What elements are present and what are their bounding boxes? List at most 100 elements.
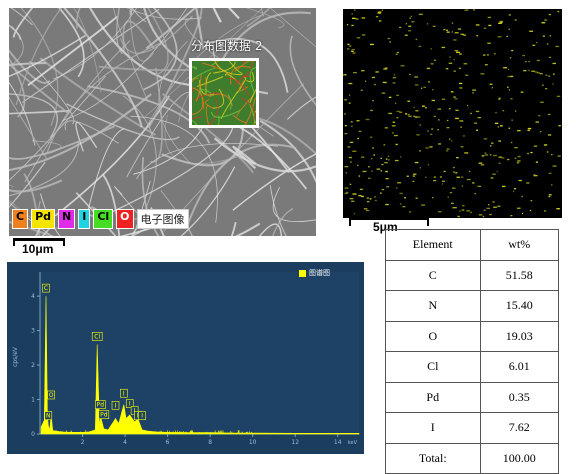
map-dot: [448, 108, 451, 110]
map-dot: [462, 33, 464, 35]
map-dot: [383, 144, 386, 146]
map-dot: [389, 41, 391, 43]
map-dot: [347, 146, 351, 148]
map-dot: [395, 159, 399, 162]
map-dot: [350, 161, 352, 163]
map-dot: [427, 130, 429, 132]
map-dot: [373, 154, 375, 156]
table-cell: 7.62: [479, 412, 560, 444]
map-dot: [432, 25, 436, 27]
x-tick-label: 14: [334, 439, 342, 446]
map-dot: [520, 91, 524, 93]
map-dot: [404, 197, 406, 199]
map-dot: [457, 28, 462, 30]
map-dot: [508, 28, 510, 30]
map-dot: [535, 161, 538, 163]
inset-fiber: [192, 86, 194, 94]
sem-image-panel: 分布图数据 2 C Pd N I Cl O 电子图像: [9, 8, 316, 236]
map-dot: [387, 37, 391, 40]
map-dot: [548, 195, 551, 198]
spectrum-legend: 图谱图: [299, 268, 330, 278]
table-cell: N: [385, 290, 481, 322]
map-dot: [478, 214, 483, 216]
map-dot: [545, 74, 548, 76]
map-dot: [498, 162, 501, 164]
map-dot: [351, 13, 353, 15]
map-dot: [385, 170, 388, 173]
map-dot: [369, 198, 372, 200]
map-dot: [415, 38, 418, 41]
fiber-strand: [230, 221, 237, 236]
map-dot: [487, 16, 491, 19]
map-dot: [527, 127, 532, 130]
map-dot: [506, 35, 508, 38]
legend-chip-o: O: [116, 209, 134, 229]
map-dot: [410, 15, 413, 17]
map-dot: [476, 35, 478, 37]
x-unit-label: keV: [348, 440, 358, 446]
map-dot: [361, 70, 365, 72]
map-dot: [345, 172, 348, 174]
map-dot: [472, 92, 474, 94]
map-dot: [405, 23, 407, 25]
map-dot: [409, 17, 411, 19]
map-dot: [351, 50, 354, 52]
map-dot: [395, 143, 398, 146]
map-dot: [535, 41, 538, 44]
map-dot: [556, 208, 560, 210]
map-dot: [344, 166, 349, 168]
map-dot: [449, 138, 451, 140]
map-dot: [362, 34, 366, 36]
x-tick-label: 8: [208, 439, 212, 446]
map-dot: [445, 68, 449, 70]
map-dot: [453, 207, 457, 209]
map-dot: [412, 180, 415, 182]
map-dot: [513, 190, 515, 193]
map-dot: [464, 9, 469, 11]
map-dot: [382, 81, 387, 84]
map-dot: [522, 54, 525, 57]
map-dot: [416, 134, 420, 136]
peak-label: N: [46, 413, 51, 420]
map-dot: [543, 144, 548, 146]
map-dot: [426, 67, 431, 70]
map-dot: [349, 141, 354, 143]
map-dot: [421, 105, 425, 107]
map-dot: [482, 215, 485, 218]
map-dot: [418, 13, 423, 15]
map-dot: [478, 162, 483, 164]
inset-fiber: [202, 62, 229, 76]
peak-label: I: [115, 402, 117, 409]
inset-fiber: [212, 88, 225, 109]
map-dot: [442, 180, 445, 182]
map-dot: [530, 151, 533, 154]
map-dot: [498, 156, 502, 158]
map-dot: [368, 166, 370, 168]
peak-label: O: [49, 392, 54, 399]
map-dot: [459, 210, 461, 212]
map-dot: [497, 126, 499, 128]
map-dot: [492, 173, 496, 175]
map-dot: [388, 96, 392, 98]
map-dot: [438, 143, 441, 145]
inset-fiber: [192, 65, 197, 70]
map-dot: [370, 43, 374, 46]
map-dot: [451, 140, 453, 142]
table-row: Pd 0.35: [385, 381, 560, 413]
map-dot: [502, 110, 505, 112]
x-tick-label: 10: [249, 439, 257, 446]
map-dot: [446, 29, 448, 31]
map-dot: [507, 86, 509, 88]
map-dot: [378, 20, 382, 22]
map-dot: [344, 133, 348, 135]
table-cell: Cl: [385, 351, 481, 383]
map-dot: [527, 152, 529, 155]
map-dot: [447, 119, 449, 122]
map-dot: [371, 158, 373, 160]
sem-scale-tick-right: [63, 238, 65, 246]
dot-map-points: [343, 9, 561, 218]
x-tick-label: 6: [166, 439, 170, 446]
map-dot: [484, 64, 488, 66]
map-dot: [477, 117, 481, 119]
map-dot: [495, 112, 497, 114]
